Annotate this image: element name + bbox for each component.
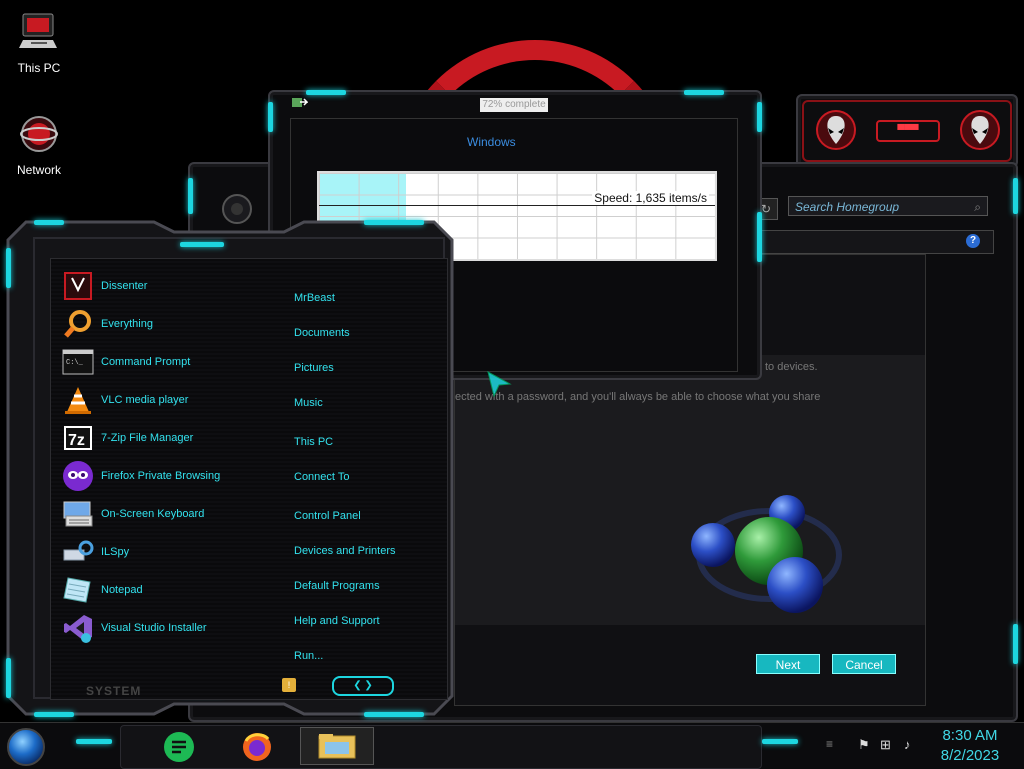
start-place-item[interactable]: Help and Support (294, 615, 380, 627)
start-program-label: Firefox Private Browsing (101, 470, 221, 482)
window-title: 72% complete (480, 98, 548, 112)
alien-gadget: ▀▀▀ (796, 94, 1018, 168)
alien-head-icon (816, 110, 856, 150)
start-program-item[interactable]: C:\_ Command Prompt (62, 346, 282, 382)
help-icon[interactable]: ? (966, 234, 980, 248)
notepad-icon (63, 577, 91, 603)
file-explorer-button[interactable] (300, 727, 374, 765)
search-placeholder: Search Homegroup (795, 200, 900, 214)
start-program-item[interactable]: ILSpy (62, 536, 282, 572)
search-homegroup-input[interactable]: Search Homegroup ⌕ (788, 196, 988, 216)
start-menu: Dissenter Everything C:\_ Command Prompt VLC… (4, 218, 454, 718)
ilspy-icon (63, 540, 94, 561)
start-program-item[interactable]: Dissenter (62, 270, 282, 306)
firefox-icon[interactable] (240, 731, 274, 763)
desktop-icon-label: Network (16, 163, 61, 177)
taskbar-band (120, 725, 762, 769)
visual-studio-icon (64, 615, 92, 643)
cursor-icon (487, 371, 512, 398)
start-orb-icon[interactable] (6, 727, 46, 767)
this-pc-icon (19, 13, 57, 48)
start-program-item[interactable]: 7z 7-Zip File Manager (62, 422, 282, 458)
taskbar: ≡ ⚑ ⊞ ♪ 8:30 AM 8/2/2023 (0, 722, 1024, 769)
start-program-item[interactable]: Everything (62, 308, 282, 344)
alien-gadget-badge: ▀▀▀ (876, 120, 940, 142)
desktop-icon-network[interactable]: Network (4, 112, 74, 177)
alien-head-icon (960, 110, 1000, 150)
system-label: SYSTEM (86, 684, 142, 698)
start-place-item[interactable]: Connect To (294, 471, 349, 483)
7zip-icon: 7z (64, 426, 92, 450)
start-place-item[interactable]: Pictures (294, 362, 334, 374)
start-program-label: On-Screen Keyboard (101, 508, 205, 520)
cancel-button[interactable]: Cancel (832, 654, 896, 674)
dissenter-icon (64, 272, 92, 300)
file-explorer-icon (318, 734, 356, 759)
clock-date[interactable]: 8/2/2023 (930, 747, 1010, 764)
network-icon (20, 116, 58, 152)
homegroup-text-devices: to devices. (765, 361, 818, 373)
svg-text:7z: 7z (68, 432, 85, 449)
private-mask-icon (63, 461, 93, 491)
search-icon: ⌕ (974, 200, 981, 214)
show-hidden-icons-icon[interactable]: ≡ (826, 737, 842, 753)
start-program-label: 7-Zip File Manager (101, 432, 194, 444)
volume-icon[interactable]: ♪ (904, 737, 911, 752)
start-program-label: Visual Studio Installer (101, 622, 207, 634)
start-place-item[interactable]: Devices and Printers (294, 545, 396, 557)
start-program-item[interactable]: On-Screen Keyboard (62, 498, 282, 534)
start-place-item[interactable]: Control Panel (294, 510, 361, 522)
svg-text:C:\_: C:\_ (66, 359, 84, 367)
next-button[interactable]: Next (756, 654, 820, 674)
start-program-label: Dissenter (101, 280, 148, 292)
copy-icon (292, 98, 308, 107)
start-place-item[interactable]: Music (294, 397, 323, 409)
start-place-item[interactable]: This PC (294, 436, 333, 448)
homegroup-logo-icon (691, 495, 842, 613)
clock-time[interactable]: 8:30 AM (930, 727, 1010, 744)
start-program-item[interactable]: VLC media player (62, 384, 282, 420)
copy-speed-text: Speed: 1,635 items/s (592, 191, 709, 205)
start-place-item[interactable]: Documents (294, 327, 350, 339)
start-program-item[interactable]: Visual Studio Installer (62, 612, 282, 648)
search-icon (64, 310, 91, 338)
copy-destination-label: Windows (467, 135, 516, 149)
start-program-item[interactable]: Firefox Private Browsing (62, 460, 282, 496)
start-program-label: VLC media player (101, 394, 189, 406)
shutdown-options-button[interactable]: ❮ ❯ (332, 676, 394, 696)
vlc-cone-icon (65, 387, 91, 414)
keyboard-icon (63, 501, 93, 527)
notes-icon[interactable] (162, 731, 196, 763)
start-place-item[interactable]: Run... (294, 650, 323, 662)
shutdown-icon[interactable]: ! (282, 678, 296, 692)
desktop-icon-this-pc[interactable]: This PC (4, 10, 74, 75)
network-tray-icon[interactable]: ⊞ (880, 737, 891, 753)
start-program-label: ILSpy (101, 546, 130, 558)
start-place-item[interactable]: MrBeast (294, 292, 335, 304)
start-program-label: Notepad (101, 584, 143, 596)
start-program-label: Everything (101, 318, 153, 330)
start-place-item[interactable]: Default Programs (294, 580, 380, 592)
start-program-item[interactable]: Notepad (62, 574, 282, 610)
start-program-label: Command Prompt (101, 356, 191, 368)
action-center-flag-icon[interactable]: ⚑ (858, 737, 870, 753)
desktop-icon-label: This PC (17, 61, 61, 75)
command-prompt-icon: C:\_ (62, 349, 94, 375)
